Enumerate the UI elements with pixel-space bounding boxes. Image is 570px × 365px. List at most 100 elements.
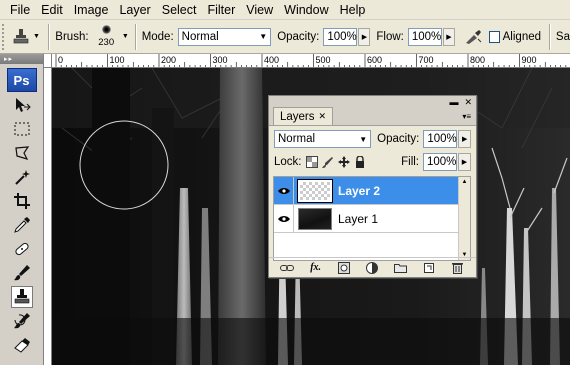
crop-icon: [14, 193, 30, 209]
ruler-vertical: [44, 68, 52, 365]
separator: [48, 23, 50, 50]
tools-panel: ▸▸ Ps: [0, 54, 44, 365]
options-bar: ▼ Brush: 230 ▼ Mode: Normal ▼ Opacity: 1…: [0, 20, 570, 54]
mask-icon[interactable]: [337, 261, 351, 275]
layer-row-layer-1[interactable]: Layer 1: [274, 204, 467, 233]
menu-help[interactable]: Help: [336, 0, 373, 20]
tools-panel-header[interactable]: ▸▸: [0, 54, 43, 64]
menu-edit[interactable]: Edit: [37, 0, 70, 20]
opacity-slider-button[interactable]: ▶: [358, 27, 371, 46]
sample-label: Sa: [555, 30, 570, 43]
lock-icons: [305, 156, 366, 168]
brush-picker[interactable]: 230: [93, 22, 120, 52]
crop-tool[interactable]: [11, 190, 33, 212]
menu-file[interactable]: File: [6, 0, 37, 20]
layer-name[interactable]: Layer 2: [338, 184, 380, 198]
ruler-label: 0: [58, 55, 63, 65]
layer-name[interactable]: Layer 1: [338, 212, 378, 226]
flow-slider-button[interactable]: ▶: [442, 27, 455, 46]
tab-layers[interactable]: Layers ✕: [273, 107, 334, 125]
layers-panel-tabs: Layers ✕ ▾≡: [269, 107, 476, 126]
airbrush-button[interactable]: [461, 26, 485, 48]
move-icon: [16, 98, 31, 112]
blend-mode-select[interactable]: Normal ▼: [274, 130, 372, 148]
menu-image[interactable]: Image: [70, 0, 116, 20]
visibility-toggle[interactable]: [274, 204, 294, 233]
menu-window[interactable]: Window: [280, 0, 335, 20]
healing-icon: [15, 242, 29, 256]
layer-opacity-field[interactable]: 100%: [423, 130, 458, 148]
eraser-tool[interactable]: [11, 334, 33, 356]
layer-list: Layer 2 Layer 1 ▲ ▼: [273, 176, 471, 261]
flow-label: Flow:: [376, 30, 404, 43]
fill-slider-button[interactable]: ▶: [458, 153, 471, 171]
lasso-tool[interactable]: [11, 142, 33, 164]
layer-list-scrollbar[interactable]: ▲ ▼: [458, 177, 470, 260]
minimize-icon[interactable]: ▬: [449, 97, 458, 107]
visibility-toggle[interactable]: [274, 176, 294, 205]
group-icon[interactable]: [394, 261, 408, 275]
chevron-down-icon[interactable]: ▼: [122, 33, 129, 40]
layers-panel: ▬ ✕ Layers ✕ ▾≡ Normal ▼ Opacity: 100% ▶…: [268, 95, 477, 278]
opacity-field[interactable]: 100%: [323, 27, 358, 46]
photoshop-logo[interactable]: Ps: [6, 68, 37, 92]
menu-filter[interactable]: Filter: [203, 0, 242, 20]
menu-bar: File Edit Image Layer Select Filter View…: [0, 0, 570, 20]
chevron-right-icon: ▶: [461, 159, 468, 166]
opacity-label: Opacity:: [277, 30, 320, 43]
lock-label: Lock:: [274, 156, 302, 168]
marquee-icon: [14, 122, 30, 136]
ruler-label: 900: [522, 55, 537, 65]
fx-icon[interactable]: fx.: [309, 261, 323, 275]
ruler-horizontal: 0 100 200 300 400 500 600 700 800 900: [44, 54, 570, 68]
panel-menu-icon[interactable]: ▾≡: [462, 112, 471, 121]
move-tool[interactable]: [11, 94, 33, 116]
magic-wand-tool[interactable]: [11, 166, 33, 188]
ruler-ticks: 0 100 200 300 400 500 600 700 800 900: [55, 54, 567, 67]
close-icon[interactable]: ✕: [319, 111, 327, 122]
eyedropper-tool[interactable]: [11, 214, 33, 236]
flow-field[interactable]: 100%: [407, 27, 442, 46]
chevron-down-icon: ▼: [259, 32, 268, 41]
menu-select[interactable]: Select: [158, 0, 204, 20]
separator: [134, 23, 136, 50]
lock-all-icon[interactable]: [354, 156, 366, 168]
eye-icon: [277, 215, 290, 222]
brush-label: Brush:: [55, 30, 89, 43]
mode-select[interactable]: Normal ▼: [177, 27, 272, 46]
layer-thumbnail: [297, 178, 333, 203]
lock-pixels-icon[interactable]: [321, 156, 334, 168]
healing-tool[interactable]: [11, 238, 33, 260]
magic-wand-icon: [15, 170, 30, 185]
fill-field[interactable]: 100%: [423, 153, 457, 171]
clone-stamp-tool[interactable]: [11, 286, 33, 308]
adjustment-icon[interactable]: [365, 261, 379, 275]
layer-opacity-slider-button[interactable]: ▶: [458, 130, 471, 148]
aligned-checkbox[interactable]: [488, 30, 500, 43]
layer-opacity-label: Opacity:: [377, 133, 420, 145]
tool-preset-picker[interactable]: ▼: [10, 24, 43, 50]
lock-transparency-icon[interactable]: [305, 156, 318, 168]
chevron-right-icon: ▶: [461, 136, 468, 143]
history-brush-tool[interactable]: [11, 310, 33, 332]
ruler-label: 500: [316, 55, 331, 65]
menu-layer[interactable]: Layer: [115, 0, 157, 20]
new-layer-icon[interactable]: [422, 261, 436, 275]
lock-position-icon[interactable]: [337, 156, 350, 168]
ruler-label: 700: [419, 55, 434, 65]
options-grip[interactable]: [2, 23, 8, 50]
marquee-tool[interactable]: [11, 118, 33, 140]
mode-label: Mode:: [141, 30, 174, 43]
menu-view[interactable]: View: [242, 0, 280, 20]
scroll-up-icon[interactable]: ▲: [462, 179, 468, 185]
brush-tool[interactable]: [11, 262, 33, 284]
trash-icon[interactable]: [451, 261, 465, 275]
close-icon[interactable]: ✕: [464, 97, 472, 108]
blend-row: Normal ▼ Opacity: 100% ▶: [269, 126, 476, 152]
link-icon[interactable]: [280, 261, 295, 275]
layer-row-layer-2[interactable]: Layer 2: [274, 176, 467, 205]
fill-label: Fill:: [401, 156, 419, 168]
aligned-label: Aligned: [502, 30, 542, 43]
ruler-label: 600: [367, 55, 382, 65]
eraser-icon: [14, 338, 30, 353]
